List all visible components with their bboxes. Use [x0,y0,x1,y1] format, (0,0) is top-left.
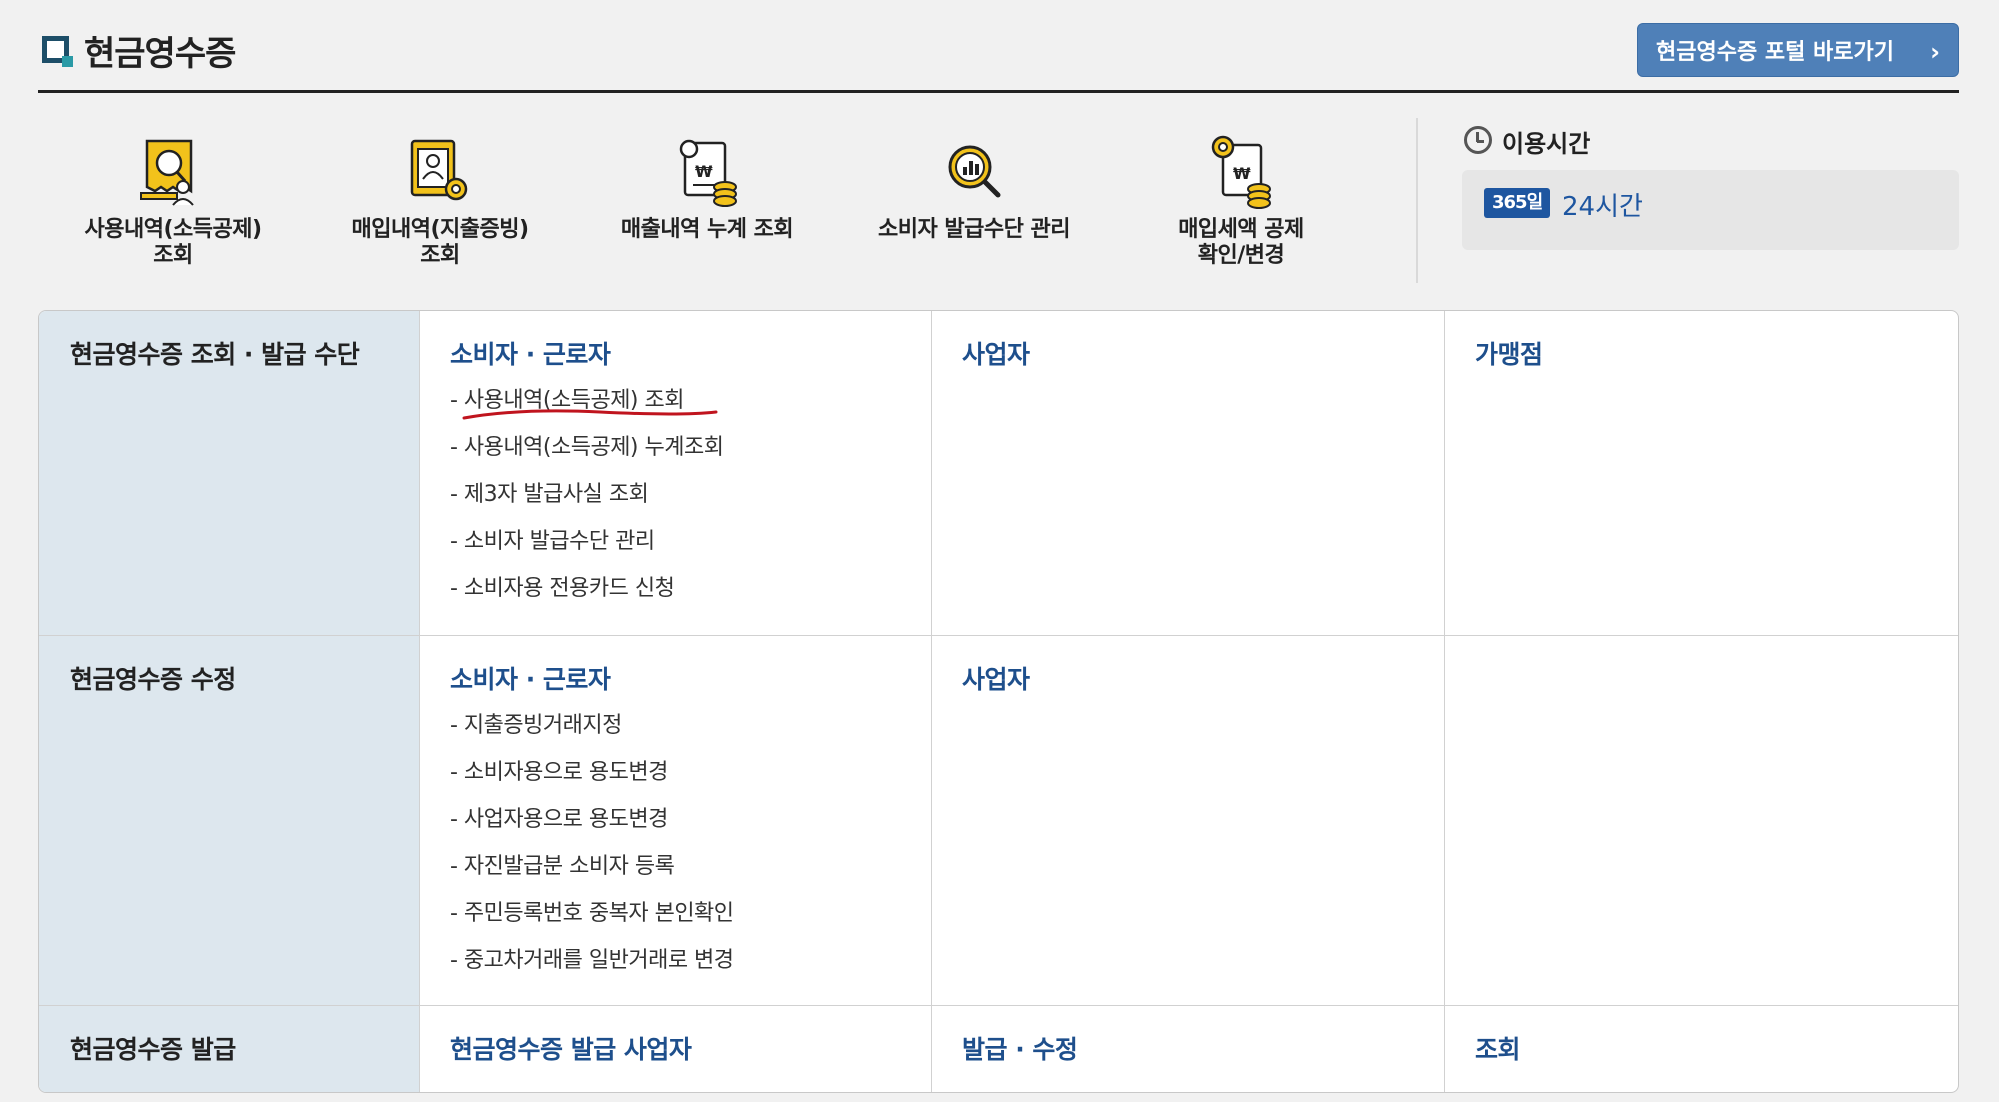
link-expense-proof[interactable]: - 지출증빙거래지정 [450,710,931,757]
link-list: - 지출증빙거래지정 - 소비자용으로 용도변경 - 사업자용으로 용도변경 -… [450,710,931,992]
row-header: 현금영수증 수정 [39,636,419,1005]
quick-item-consumer-method[interactable]: 소비자 발급수단 관리 [854,115,1094,285]
quick-item-label: 매출내역 누계 조회 [620,217,794,242]
link-duplicate-id[interactable]: - 주민등록번호 중복자 본인확인 [450,898,931,945]
clock-icon [1464,126,1492,154]
menu-table: 현금영수증 조회 · 발급 수단 소비자 · 근로자 - 사용내역(소득공제) … [38,310,1959,1093]
link-usage-total[interactable]: - 사용내역(소득공제) 누계조회 [450,432,931,479]
link-list: - 사용내역(소득공제) 조회 - 사용내역(소득공제) 누계조회 - 제3자 … [450,385,931,620]
quick-item-tax-deduction[interactable]: ₩ 매입세액 공제 확인/변경 [1121,115,1361,285]
link-used-car[interactable]: - 중고차거래를 일반거래로 변경 [450,945,931,992]
table-row-inquiry: 현금영수증 조회 · 발급 수단 소비자 · 근로자 - 사용내역(소득공제) … [39,311,1958,636]
table-row-issue: 현금영수증 발급 현금영수증 발급 사업자 발급 · 수정 조회 [39,1006,1958,1092]
receipt-search-icon [140,139,194,206]
column-title-inquiry[interactable]: 조회 [1475,1030,1958,1066]
vertical-divider [1416,118,1418,283]
link-usage-history[interactable]: - 사용내역(소득공제) 조회 [450,385,931,432]
row-header: 현금영수증 발급 [39,1006,419,1092]
column-title-business[interactable]: 사업자 [962,660,1444,696]
portal-button-label: 현금영수증 포털 바로가기 [1656,40,1894,65]
row-header: 현금영수증 조회 · 발급 수단 [39,311,419,635]
quick-item-label: 매입세액 공제 확인/변경 [1178,217,1304,268]
quick-menu: 사용내역(소득공제) 조회 매입내역(지출증빙) 조회 ₩ 매출내역 누계 조회 [38,115,1418,285]
svg-text:₩: ₩ [695,162,713,181]
issue-modify-column: 발급 · 수정 [931,1006,1444,1092]
inquiry-column: 조회 [1444,1006,1958,1092]
chevron-right-icon: › [1930,38,1940,66]
business-column: 사업자 [931,311,1444,635]
usage-time-box: 365일 24시간 [1462,170,1959,250]
square-bullet-icon [42,36,73,67]
column-title-business[interactable]: 사업자 [962,335,1444,371]
empty-column [1444,636,1958,1005]
quick-item-usage-history[interactable]: 사용내역(소득공제) 조회 [53,115,293,285]
link-change-business[interactable]: - 사업자용으로 용도변경 [450,804,931,851]
link-issue-method[interactable]: - 소비자 발급수단 관리 [450,526,931,573]
magnifier-chart-icon [948,145,1001,198]
gear-document-coins-icon: ₩ [1211,135,1271,209]
business-column: 사업자 [931,636,1444,1005]
column-title-issuer[interactable]: 현금영수증 발급 사업자 [450,1030,931,1066]
page-header: 현금영수증 현금영수증 포털 바로가기 › [38,20,1959,93]
document-gear-icon [410,139,468,201]
page-title: 현금영수증 [84,34,236,74]
table-row-modify: 현금영수증 수정 소비자 · 근로자 - 지출증빙거래지정 - 소비자용으로 용… [39,636,1958,1006]
column-title-consumer[interactable]: 소비자 · 근로자 [450,335,931,371]
document-coins-icon: ₩ [679,139,737,207]
consumer-column: 소비자 · 근로자 - 사용내역(소득공제) 조회 - 사용내역(소득공제) 누… [419,311,931,635]
quick-item-purchase-history[interactable]: 매입내역(지출증빙) 조회 [320,115,560,285]
usage-hours-value: 24시간 [1562,192,1643,222]
quick-item-label: 소비자 발급수단 관리 [878,217,1070,242]
quick-item-label: 매입내역(지출증빙) 조회 [351,217,529,268]
issuer-column: 현금영수증 발급 사업자 [419,1006,931,1092]
column-title-consumer[interactable]: 소비자 · 근로자 [450,660,931,696]
usage-time-panel: 이용시간 365일 24시간 [1462,122,1959,252]
days-badge: 365일 [1484,188,1551,218]
column-title-merchant[interactable]: 가맹점 [1475,335,1958,371]
consumer-column: 소비자 · 근로자 - 지출증빙거래지정 - 소비자용으로 용도변경 - 사업자… [419,636,931,1005]
svg-text:₩: ₩ [1233,164,1251,183]
merchant-column: 가맹점 [1444,311,1958,635]
link-self-issued[interactable]: - 자진발급분 소비자 등록 [450,851,931,898]
quick-item-label: 사용내역(소득공제) 조회 [84,217,262,268]
link-card-application[interactable]: - 소비자용 전용카드 신청 [450,573,931,620]
portal-link-button[interactable]: 현금영수증 포털 바로가기 › [1637,23,1959,77]
column-title-issue-modify[interactable]: 발급 · 수정 [962,1030,1444,1066]
quick-item-sales-total[interactable]: ₩ 매출내역 누계 조회 [587,115,827,285]
usage-time-title: 이용시간 [1502,130,1591,158]
link-third-party[interactable]: - 제3자 발급사실 조회 [450,479,931,526]
link-change-consumer[interactable]: - 소비자용으로 용도변경 [450,757,931,804]
